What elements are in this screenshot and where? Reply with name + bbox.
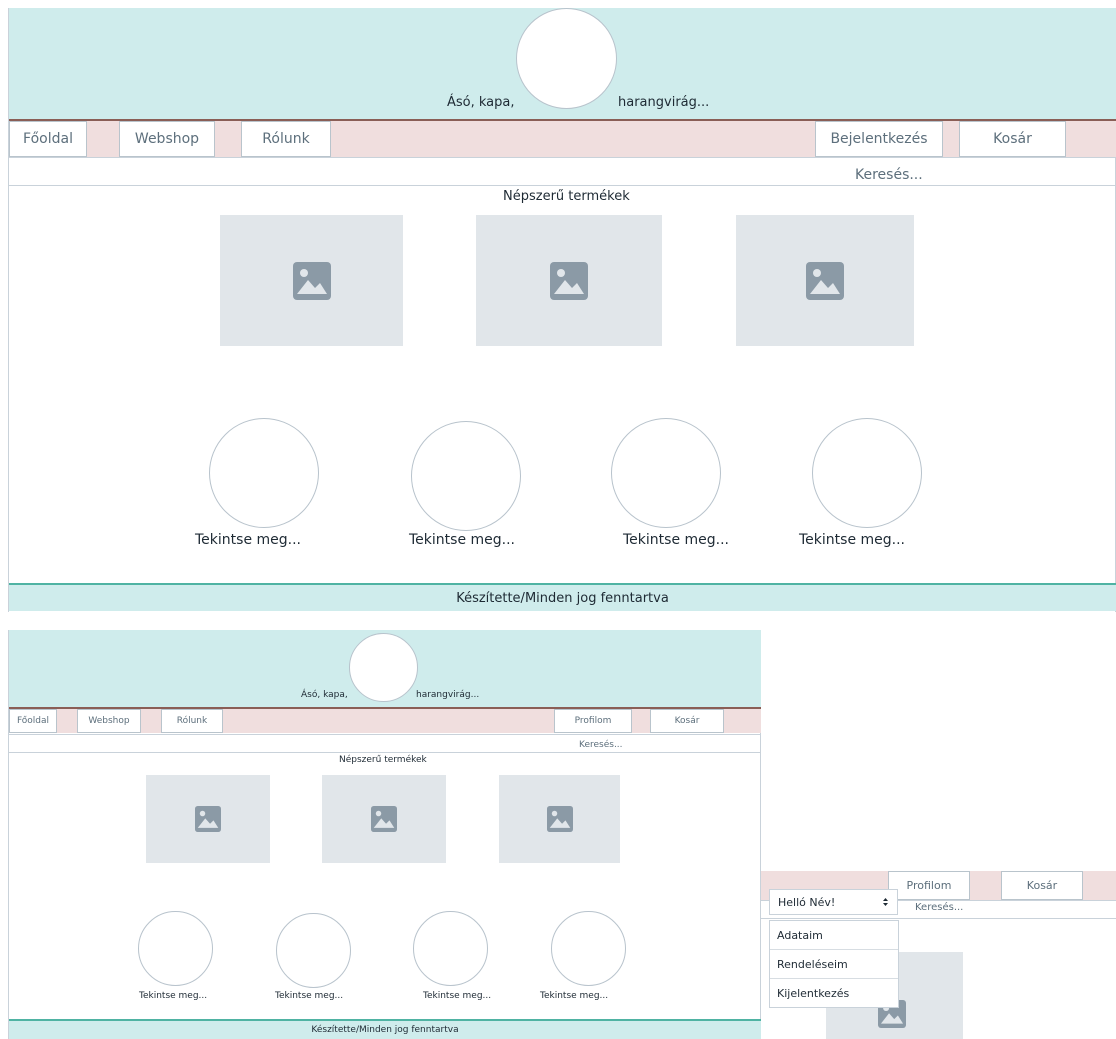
- user-menu-options: Adataim Rendeléseim Kijelentkezés: [769, 920, 899, 1008]
- category-link[interactable]: Tekintse meg...: [139, 991, 207, 1001]
- category-link[interactable]: Tekintse meg...: [423, 991, 491, 1001]
- search-divider: [9, 752, 761, 753]
- search-field[interactable]: Keresés...: [915, 902, 963, 913]
- tagline-left: Ásó, kapa,: [301, 690, 348, 700]
- product-image[interactable]: [322, 775, 446, 863]
- product-image[interactable]: [220, 215, 403, 346]
- frame-logged-out: Ásó, kapa, harangvirág... Főoldal Websho…: [8, 8, 1116, 612]
- nav-cart-button[interactable]: Kosár: [650, 709, 724, 733]
- nav-profile-button[interactable]: Profilom: [888, 871, 970, 900]
- image-placeholder-icon: [195, 806, 221, 832]
- footer: Készítette/Minden jog fenntartva: [9, 1019, 761, 1039]
- nav-home-button[interactable]: Főoldal: [9, 121, 87, 157]
- user-menu-select[interactable]: Helló Név!: [769, 889, 898, 915]
- nav-home-button[interactable]: Főoldal: [9, 709, 57, 733]
- product-image[interactable]: [476, 215, 662, 346]
- popular-title: Népszerű termékek: [503, 189, 630, 204]
- category-link[interactable]: Tekintse meg...: [799, 532, 905, 548]
- tagline-right: harangvirág...: [416, 690, 480, 700]
- nav-webshop-button[interactable]: Webshop: [119, 121, 215, 157]
- tagline-right: harangvirág...: [618, 95, 710, 110]
- footer-text: Készítette/Minden jog fenntartva: [456, 590, 669, 606]
- image-placeholder-icon: [371, 806, 397, 832]
- select-arrows-icon: [883, 898, 888, 906]
- nav-webshop-button[interactable]: Webshop: [77, 709, 141, 733]
- category-circle[interactable]: [551, 911, 626, 986]
- search-divider: [761, 918, 1116, 919]
- image-placeholder-icon: [550, 261, 588, 300]
- category-circle[interactable]: [138, 911, 213, 986]
- search-divider: [9, 185, 1116, 186]
- category-circle[interactable]: [413, 911, 488, 986]
- user-menu-item-rendeleseim[interactable]: Rendeléseim: [770, 950, 898, 979]
- user-menu-item-kijelentkezes[interactable]: Kijelentkezés: [770, 979, 898, 1007]
- footer: Készítette/Minden jog fenntartva: [9, 583, 1116, 611]
- category-circle[interactable]: [611, 418, 721, 528]
- category-link[interactable]: Tekintse meg...: [275, 991, 343, 1001]
- image-placeholder-icon: [806, 261, 844, 300]
- image-placeholder-icon: [546, 806, 573, 832]
- nav-divider: [9, 157, 1116, 158]
- dropdown-detail: Profilom Kosár Keresés... Helló Név! Ada…: [761, 866, 1116, 1039]
- nav-profile-button[interactable]: Profilom: [554, 709, 632, 733]
- category-circle[interactable]: [812, 418, 922, 528]
- search-field[interactable]: Keresés...: [579, 740, 623, 750]
- user-menu-selected: Helló Név!: [778, 895, 836, 909]
- nav-bar: Főoldal Webshop Rólunk Bejelentkezés Kos…: [9, 121, 1116, 157]
- category-circle[interactable]: [209, 418, 319, 528]
- nav-about-button[interactable]: Rólunk: [161, 709, 223, 733]
- frame-logged-in: Ásó, kapa, harangvirág... Főoldal Websho…: [8, 630, 761, 1039]
- footer-text: Készítette/Minden jog fenntartva: [311, 1025, 459, 1035]
- popular-title: Népszerű termékek: [339, 755, 427, 765]
- category-link[interactable]: Tekintse meg...: [540, 991, 608, 1001]
- tagline-left: Ásó, kapa,: [447, 95, 515, 110]
- nav-divider: [9, 734, 761, 735]
- nav-about-button[interactable]: Rólunk: [241, 121, 331, 157]
- category-link[interactable]: Tekintse meg...: [623, 532, 729, 548]
- site-logo[interactable]: [349, 633, 418, 702]
- product-image[interactable]: [499, 775, 620, 863]
- category-circle[interactable]: [276, 913, 351, 988]
- category-link[interactable]: Tekintse meg...: [409, 532, 515, 548]
- search-field[interactable]: Keresés...: [855, 167, 923, 183]
- product-image[interactable]: [736, 215, 914, 346]
- product-image[interactable]: [146, 775, 270, 863]
- nav-cart-button[interactable]: Kosár: [1001, 871, 1083, 900]
- image-placeholder-icon: [292, 261, 331, 300]
- nav-bar: Főoldal Webshop Rólunk Profilom Kosár: [9, 709, 761, 733]
- category-circle[interactable]: [411, 421, 521, 531]
- category-link[interactable]: Tekintse meg...: [195, 532, 301, 548]
- site-logo[interactable]: [516, 8, 617, 109]
- nav-cart-button[interactable]: Kosár: [959, 121, 1066, 157]
- user-menu-item-adataim[interactable]: Adataim: [770, 921, 898, 950]
- nav-login-button[interactable]: Bejelentkezés: [815, 121, 943, 157]
